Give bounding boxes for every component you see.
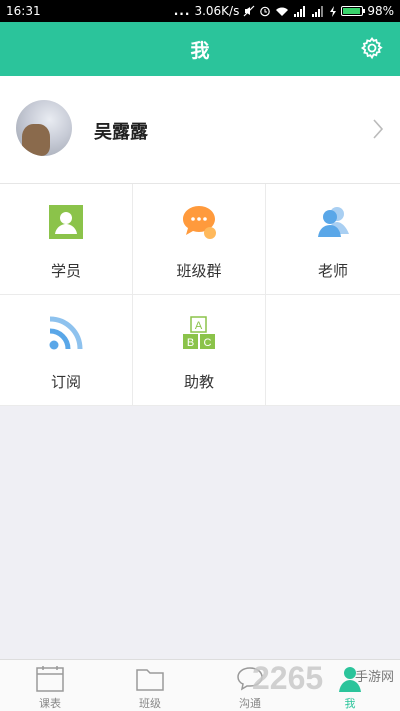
tab-communicate[interactable]: 沟通 <box>200 660 300 711</box>
avatar[interactable] <box>16 100 72 156</box>
calendar-icon <box>36 666 64 692</box>
status-time: 16:31 <box>6 4 41 18</box>
grid-item-teachers[interactable]: 老师 <box>266 184 400 295</box>
mute-icon <box>243 5 255 17</box>
grid-label: 助教 <box>183 373 214 391</box>
tab-label: 班级 <box>139 697 161 710</box>
page-title: 我 <box>190 40 210 62</box>
bottom-tab-bar: 课表 班级 沟通 我 <box>0 659 400 711</box>
grid-item-subscribe[interactable]: 订阅 <box>0 295 133 406</box>
grid-item-students[interactable]: 学员 <box>0 184 133 295</box>
tab-schedule[interactable]: 课表 <box>0 660 100 711</box>
chevron-right-icon <box>373 119 384 139</box>
alarm-icon <box>260 6 271 17</box>
user-name: 吴露露 <box>94 122 148 143</box>
grid-label: 学员 <box>50 262 81 280</box>
chat-group-icon <box>183 206 216 239</box>
rss-icon <box>49 316 83 350</box>
status-bar: 16:31 ... 3.06K/s 98% <box>0 0 400 22</box>
abc-blocks-icon: A B C <box>183 316 215 349</box>
status-right: ... 3.06K/s 98% <box>174 4 394 18</box>
signal-icon <box>294 5 306 17</box>
gear-icon[interactable] <box>360 36 384 60</box>
avatar-hand-image <box>22 124 50 156</box>
grid-label: 订阅 <box>50 373 81 391</box>
grid-empty-cell <box>266 295 400 406</box>
wifi-icon <box>276 7 289 16</box>
signal-icon-2 <box>312 5 324 17</box>
grid-label: 班级群 <box>176 262 222 280</box>
svg-text:A: A <box>195 320 203 332</box>
tab-label: 课表 <box>39 697 61 710</box>
student-icon <box>49 205 83 239</box>
tab-me[interactable]: 我 <box>300 660 400 711</box>
grid-item-assistant[interactable]: A B C 助教 <box>133 295 266 406</box>
teacher-icon <box>318 207 349 237</box>
charging-icon <box>330 5 337 17</box>
profile-row[interactable]: 吴露露 <box>0 76 400 184</box>
person-icon <box>339 667 361 692</box>
grid-item-class-group[interactable]: 班级群 <box>133 184 266 295</box>
grid-label: 老师 <box>317 262 348 280</box>
folder-icon <box>136 669 164 691</box>
battery-icon <box>341 6 366 16</box>
svg-text:C: C <box>204 337 212 349</box>
function-grid: 学员 班级群 老师 订阅 A B C 助教 <box>0 184 400 406</box>
header-bar: 我 <box>0 22 400 76</box>
battery-level: 98% <box>367 4 394 18</box>
status-dots: ... <box>173 4 191 18</box>
network-speed: 3.06K/s <box>194 4 240 18</box>
svg-text:B: B <box>187 337 194 349</box>
tab-label: 沟通 <box>239 697 261 710</box>
chat-icon <box>237 667 263 691</box>
tab-class[interactable]: 班级 <box>100 660 200 711</box>
tab-label: 我 <box>344 697 356 710</box>
